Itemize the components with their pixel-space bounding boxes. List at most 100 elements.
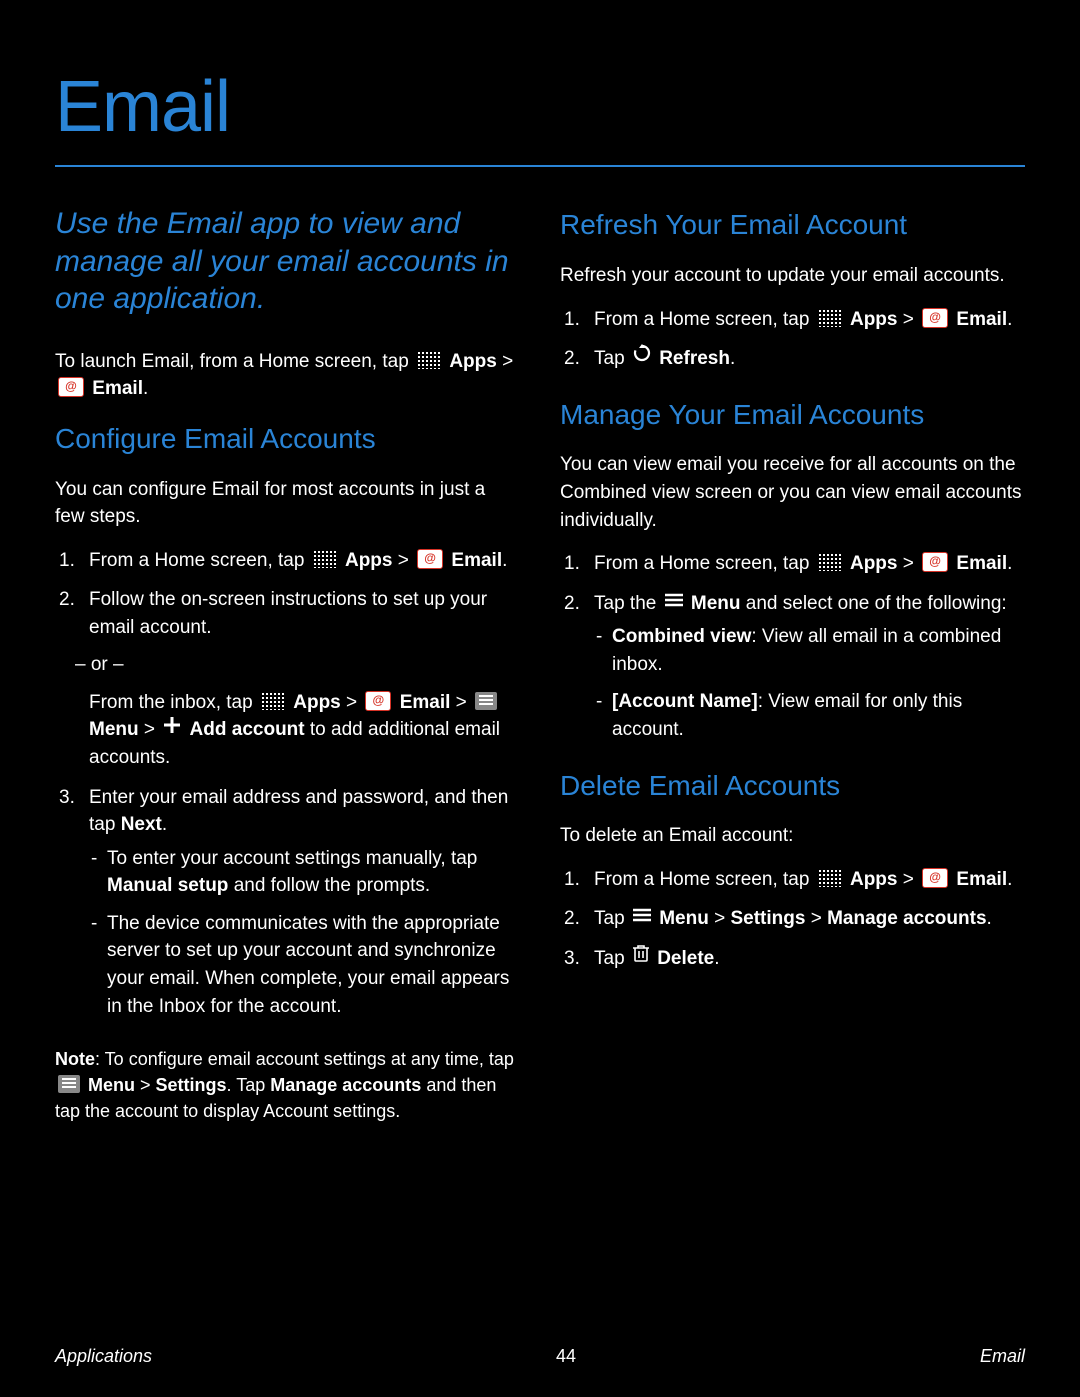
email-icon [365, 691, 391, 711]
note-body1: : To configure email account settings at… [95, 1049, 514, 1069]
apps-icon [818, 553, 842, 571]
gt9: > [897, 869, 919, 890]
add-account-label: Add account [190, 719, 305, 740]
apps-icon [417, 351, 441, 369]
email-icon [417, 549, 443, 569]
settings-path: Settings [730, 908, 805, 929]
note-paragraph: Note: To configure email account setting… [55, 1046, 520, 1124]
page-footer: Applications 44 Email [55, 1343, 1025, 1369]
right-column: Refresh Your Email Account Refresh your … [560, 205, 1025, 1140]
gt4: > [450, 692, 472, 713]
delete-steps: 1. From a Home screen, tap Apps > Email.… [560, 866, 1025, 973]
manage-step-2: 2. Tap the Menu and select one of the fo… [560, 590, 1025, 744]
manage-options: Combined view: View all email in a combi… [594, 623, 1025, 743]
settings-path2: Manage accounts [827, 908, 986, 929]
note-manage: Manage accounts [270, 1075, 421, 1095]
refresh-step-1: 1. From a Home screen, tap Apps > Email. [560, 306, 1025, 334]
period9: . [714, 948, 719, 969]
refresh-steps: 1. From a Home screen, tap Apps > Email.… [560, 306, 1025, 373]
note-settings: Settings [156, 1075, 227, 1095]
apps-label: Apps [293, 692, 341, 713]
apps-label: Apps [850, 553, 898, 574]
footer-page-number: 44 [556, 1343, 576, 1369]
email-icon [922, 308, 948, 328]
page-title: Email [55, 55, 1025, 159]
note-menu: Menu [88, 1075, 135, 1095]
next-label: Next [121, 814, 162, 835]
apps-label: Apps [345, 550, 393, 571]
gt5: > [139, 719, 161, 740]
configure-step-2: 2. Follow the on-screen instructions to … [55, 586, 520, 771]
email-label: Email [956, 309, 1007, 330]
delete-icon [633, 943, 649, 971]
apps-icon [313, 550, 337, 568]
gt10: > [709, 908, 731, 929]
from-inbox: From the inbox, tap Apps > Email > Menu … [89, 689, 520, 772]
period5: . [730, 348, 735, 369]
rf-step1-pre: From a Home screen, tap [594, 309, 815, 330]
refresh-step-2: 2. Tap Refresh. [560, 345, 1025, 373]
manage-lead: You can view email you receive for all a… [560, 451, 1025, 534]
menu-word: Menu [691, 593, 741, 614]
note-body2: . Tap [227, 1075, 271, 1095]
or-tap: – or – [75, 651, 520, 679]
delete-heading: Delete Email Accounts [560, 766, 1025, 807]
launch-pre: To launch Email, from a Home screen, tap [55, 351, 414, 372]
menu-word2: Menu [659, 908, 709, 929]
gt8: > [897, 553, 919, 574]
account-name-option: [Account Name]: View email for only this… [594, 688, 1025, 743]
refresh-heading: Refresh Your Email Account [560, 205, 1025, 246]
gt7: > [897, 309, 919, 330]
footer-right: Email [980, 1343, 1025, 1369]
period4: . [1007, 309, 1012, 330]
manage-step-1: 1. From a Home screen, tap Apps > Email. [560, 550, 1025, 578]
from-inbox-pre: From the inbox, tap [89, 692, 258, 713]
sub-a-pre: To enter your account settings manually,… [107, 848, 477, 869]
menu-label: Menu [89, 719, 139, 740]
manage-steps: 1. From a Home screen, tap Apps > Email.… [560, 550, 1025, 743]
delete-step-2: 2. Tap Menu > Settings > Manage accounts… [560, 905, 1025, 933]
footer-left: Applications [55, 1343, 152, 1369]
mg-step2-pre: Tap the [594, 593, 662, 614]
menu-icon [665, 588, 683, 616]
sub-a-tail: and follow the prompts. [234, 875, 430, 896]
rf-step2-pre: Tap [594, 348, 630, 369]
period7: . [1007, 869, 1012, 890]
email-label: Email [400, 692, 451, 713]
refresh-label: Refresh [659, 348, 730, 369]
left-column: Use the Email app to view and manage all… [55, 205, 520, 1140]
period1: . [143, 378, 148, 399]
gt3: > [341, 692, 363, 713]
dl-step1-pre: From a Home screen, tap [594, 869, 815, 890]
delete-label: Delete [657, 948, 714, 969]
email-label: Email [451, 550, 502, 571]
launch-paragraph: To launch Email, from a Home screen, tap… [55, 348, 520, 403]
dl-step2-pre: Tap [594, 908, 630, 929]
apps-icon [261, 692, 285, 710]
delete-step-1: 1. From a Home screen, tap Apps > Email. [560, 866, 1025, 894]
dl-step3-pre: Tap [594, 948, 630, 969]
delete-step-3: 3. Tap Delete. [560, 945, 1025, 973]
title-rule [55, 165, 1025, 167]
cfg-step1-pre: From a Home screen, tap [89, 550, 310, 571]
sub-b: The device communicates with the appropr… [89, 910, 520, 1020]
apps-icon [818, 309, 842, 327]
configure-step-3: 3. Enter your email address and password… [55, 784, 520, 1020]
intro-text: Use the Email app to view and manage all… [55, 205, 520, 318]
period2: . [502, 550, 507, 571]
refresh-lead: Refresh your account to update your emai… [560, 262, 1025, 290]
email-icon [58, 377, 84, 397]
combined-view-option: Combined view: View all email in a combi… [594, 623, 1025, 678]
mg-step1-pre: From a Home screen, tap [594, 553, 815, 574]
delete-lead: To delete an Email account: [560, 822, 1025, 850]
account-name-label: [Account Name] [612, 691, 758, 712]
configure-steps: 1. From a Home screen, tap Apps > Email.… [55, 547, 520, 1020]
period6: . [1007, 553, 1012, 574]
apps-label: Apps [850, 869, 898, 890]
email-label: Email [956, 869, 1007, 890]
menu-icon [475, 692, 497, 710]
menu-icon [633, 903, 651, 931]
email-label: Email [92, 378, 143, 399]
apps-icon [818, 869, 842, 887]
menu-icon [58, 1075, 80, 1093]
